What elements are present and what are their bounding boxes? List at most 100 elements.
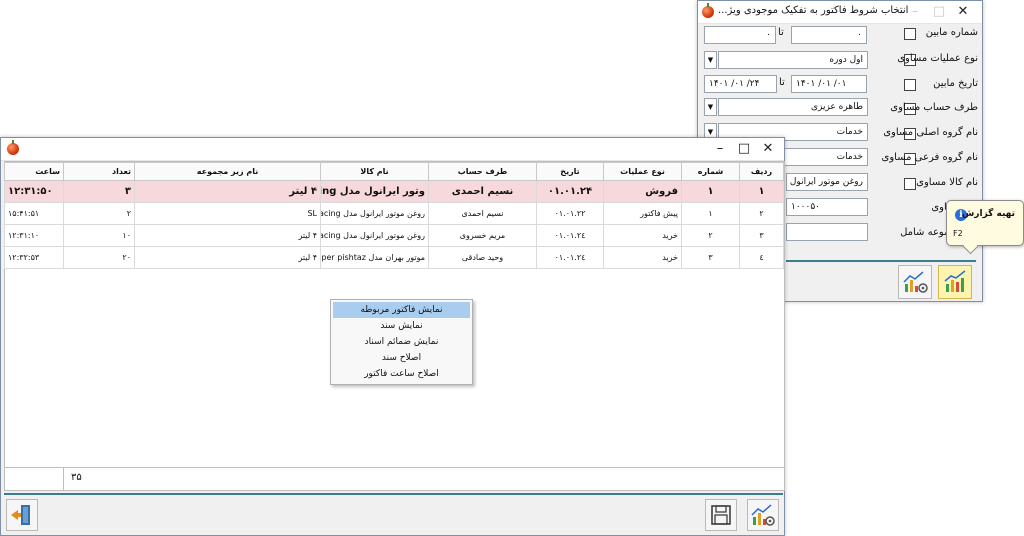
menu-item-show-document[interactable]: نمایش سند bbox=[333, 318, 470, 334]
prepare-report-button[interactable] bbox=[938, 265, 972, 299]
table-row[interactable]: ۱۵:۴۱:۵۱ ۲ SL روغن موتور ایرانول مدل rac… bbox=[4, 202, 784, 225]
col-header-date[interactable]: تاریخ bbox=[536, 162, 604, 181]
cell-subset: ۴ لیتر bbox=[134, 224, 321, 247]
dropdown-arrow-icon[interactable]: ▼ bbox=[704, 51, 717, 69]
filter-dialog-titlebar: انتخاب شروط فاکتور به تفکیک موجودی ویژ..… bbox=[698, 1, 982, 24]
filter-dialog-title: انتخاب شروط فاکتور به تفکیک موجودی ویژ..… bbox=[718, 5, 909, 16]
maximize-icon[interactable]: □ bbox=[926, 1, 952, 23]
cell-subset: SL bbox=[134, 202, 321, 225]
cell-operation: خرید bbox=[603, 246, 682, 269]
exit-button[interactable] bbox=[6, 499, 38, 531]
label-date-to: تا bbox=[779, 77, 785, 88]
cell-operation: خرید bbox=[603, 224, 682, 247]
report-chart-icon bbox=[944, 270, 966, 292]
col-header-product[interactable]: نام کالا bbox=[320, 162, 429, 181]
label-number-range: شماره مابین bbox=[925, 27, 978, 38]
product-name-input[interactable]: روغن موتور ایرانول مد bbox=[786, 173, 868, 191]
col-header-account[interactable]: طرف حساب bbox=[428, 162, 537, 181]
cell-time: ۱۲:۳۲:۵۳ bbox=[4, 246, 64, 269]
col-header-subset[interactable]: نام زیر مجموعه bbox=[134, 162, 321, 181]
number-to-input[interactable]: ۰ bbox=[704, 26, 776, 44]
app-tomato-icon bbox=[702, 3, 714, 18]
col-header-number[interactable]: شماره bbox=[681, 162, 740, 181]
checkbox-number-range[interactable] bbox=[904, 28, 916, 40]
cell-quantity: ۳ bbox=[63, 180, 135, 203]
total-quantity: ۳۵ bbox=[71, 472, 82, 483]
prepare-report-tooltip: i تهیه گزارش F2 bbox=[946, 200, 1024, 246]
col-header-quantity[interactable]: تعداد bbox=[63, 162, 135, 181]
cell-number: ۱ bbox=[681, 180, 740, 203]
app-tomato-icon bbox=[7, 140, 19, 155]
label-product-name: نام کالا مساوی bbox=[916, 177, 978, 188]
cell-number: ۲ bbox=[681, 224, 740, 247]
cell-product: روغن موتور ایرانول مدل racing bbox=[320, 224, 429, 247]
maximize-icon[interactable]: □ bbox=[731, 138, 757, 160]
accent-divider bbox=[786, 260, 976, 262]
table-row[interactable]: ۱۲:۳۱:۵۰ ۳ ۴ لیتر وتور ایرانول مدل racin… bbox=[4, 180, 784, 203]
label-main-group: نام گروه اصلی مساوی bbox=[883, 127, 978, 138]
report-settings-icon bbox=[903, 271, 928, 293]
cell-row-index: ۲ bbox=[739, 202, 784, 225]
operation-type-select[interactable]: اول دوره bbox=[718, 51, 868, 69]
cell-quantity: ۲۰ bbox=[63, 246, 135, 269]
minimize-icon[interactable]: – bbox=[707, 138, 733, 160]
close-icon[interactable]: ✕ bbox=[950, 1, 976, 23]
cell-row-index: ۳ bbox=[739, 224, 784, 247]
cell-product: روغن موتور ایرانول مدل racing bbox=[320, 202, 429, 225]
report-settings-button[interactable] bbox=[747, 499, 779, 531]
cell-number: ۳ bbox=[681, 246, 740, 269]
label-account: طرف حساب مساوی bbox=[890, 102, 978, 113]
save-button[interactable] bbox=[705, 499, 737, 531]
tooltip-shortcut: F2 bbox=[953, 229, 963, 238]
cell-account: نسیم احمدی bbox=[428, 180, 537, 203]
label-operation-type: نوع عملیات مساوی bbox=[897, 53, 978, 64]
report-settings-button[interactable] bbox=[898, 265, 932, 299]
checkbox-product-name[interactable] bbox=[904, 178, 916, 190]
tooltip-title: تهیه گزارش bbox=[961, 209, 1015, 219]
number-from-input[interactable]: ۰ bbox=[791, 26, 867, 44]
col-header-row[interactable]: ردیف bbox=[739, 162, 784, 181]
menu-item-show-invoice[interactable]: نمایش فاکتور مربوطه bbox=[333, 302, 470, 318]
cell-product: موتور بهران مدل super pishtaz bbox=[320, 246, 429, 269]
col-header-operation[interactable]: نوع عملیات bbox=[603, 162, 682, 181]
cell-number: ۱ bbox=[681, 202, 740, 225]
cell-date: ۰۱.۰۱.۲۴ bbox=[536, 180, 604, 203]
invoice-table: ساعت تعداد نام زیر مجموعه نام کالا طرف ح… bbox=[4, 162, 784, 269]
table-row[interactable]: ۱۲:۳۲:۵۳ ۲۰ ۴ لیتر موتور بهران مدل super… bbox=[4, 246, 784, 269]
date-to-input[interactable]: ۱۴۰۱ /۰۱ /۲۴ bbox=[704, 75, 777, 93]
subset-input[interactable] bbox=[786, 223, 868, 241]
label-date-range: تاریخ مابین bbox=[933, 78, 978, 89]
product-code-input[interactable]: ۱۰۰۰۵۰ bbox=[786, 198, 868, 216]
cell-operation: پیش فاکتور bbox=[603, 202, 682, 225]
cell-row-index: ۱ bbox=[739, 180, 784, 203]
cell-quantity: ۱۰ bbox=[63, 224, 135, 247]
checkbox-date-range[interactable] bbox=[904, 79, 916, 91]
label-to: تا bbox=[778, 27, 784, 38]
cell-date: ۰۱.۰۱.۲۲ bbox=[536, 202, 604, 225]
cell-date: ۰۱.۰۱.۲٤ bbox=[536, 224, 604, 247]
cell-subset: ۴ لیتر bbox=[134, 246, 321, 269]
menu-item-edit-document[interactable]: اصلاح سند bbox=[333, 350, 470, 366]
cell-quantity: ۲ bbox=[63, 202, 135, 225]
date-from-input[interactable]: ۱۴۰۱ /۰۱ /۰۱ bbox=[791, 75, 867, 93]
cell-time: ۱۵:۴۱:۵۱ bbox=[4, 202, 64, 225]
col-header-time[interactable]: ساعت bbox=[4, 162, 64, 181]
label-sub-group: نام گروه فرعی مساوی bbox=[881, 152, 978, 163]
cell-subset: ۴ لیتر bbox=[134, 180, 321, 203]
minimize-icon[interactable]: – bbox=[902, 1, 928, 23]
report-settings-icon bbox=[751, 504, 775, 526]
menu-item-show-attachments[interactable]: نمایش ضمائم اسناد bbox=[333, 334, 470, 350]
main-window-titlebar: – □ ✕ bbox=[1, 138, 784, 161]
save-icon bbox=[711, 505, 731, 525]
accent-divider bbox=[4, 493, 783, 495]
cell-account: نسیم احمدی bbox=[428, 202, 537, 225]
close-icon[interactable]: ✕ bbox=[755, 138, 781, 160]
grid-footer: ۳۵ bbox=[4, 467, 785, 491]
menu-item-edit-invoice-time[interactable]: اصلاح ساعت فاکتور bbox=[333, 366, 470, 382]
account-select[interactable]: طاهره عزیزی bbox=[718, 98, 868, 116]
exit-icon bbox=[11, 505, 30, 525]
table-row[interactable]: ۱۲:۳۱:۱۰ ۱۰ ۴ لیتر روغن موتور ایرانول مد… bbox=[4, 224, 784, 247]
dropdown-arrow-icon[interactable]: ▼ bbox=[704, 98, 717, 116]
row-context-menu: نمایش فاکتور مربوطه نمایش سند نمایش ضمائ… bbox=[330, 299, 473, 385]
cell-time: ۱۲:۳۱:۵۰ bbox=[4, 180, 64, 203]
